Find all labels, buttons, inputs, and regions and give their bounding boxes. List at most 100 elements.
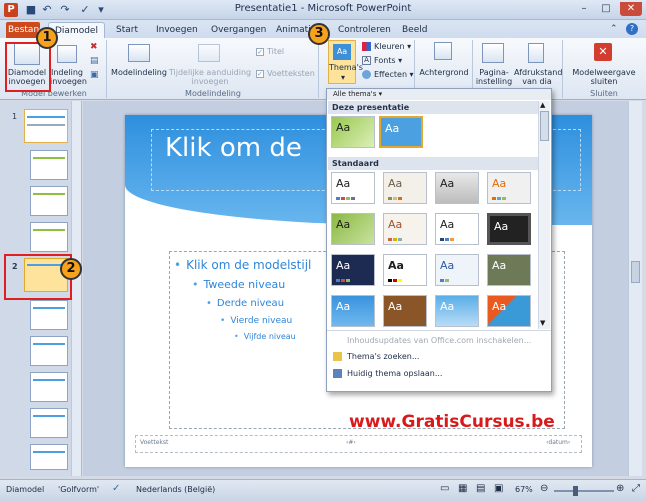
layout-thumbnail[interactable] [30,186,68,216]
insert-layout-icon [57,45,77,63]
theme-tile[interactable]: Aa [331,172,375,204]
preserve-icon[interactable]: ▣ [90,70,99,80]
colors-icon [362,42,371,51]
title-checkbox[interactable]: ✓ Titel [256,46,284,57]
theme-tile[interactable]: Aa [487,295,531,327]
theme-tile[interactable]: Aa [383,254,427,286]
insert-layout-button[interactable]: Indeling invoegen [50,68,87,86]
folder-icon [333,352,342,361]
theme-tile[interactable]: Aa [383,295,427,327]
window-title: Presentatie1 - Microsoft PowerPoint [234,3,412,14]
page-setup-button[interactable]: Pagina-instelling [474,68,514,86]
theme-tile[interactable]: Aa [435,213,479,245]
zoom-level[interactable]: 67% [515,485,533,494]
effects-button[interactable]: Effecten ▾ [362,69,414,80]
tab-invoegen[interactable]: Invoegen [150,22,204,38]
proofing-icon[interactable]: ✓ [112,483,120,494]
layout-thumbnail[interactable] [30,222,68,252]
save-current-theme-command[interactable]: Huidig thema opslaan... [333,369,442,378]
thumbnail-scrollbar[interactable] [71,101,81,476]
themes-gallery-dropdown: Alle thema's ▾ Deze presentatie Aa Aa St… [326,88,552,392]
enable-content-updates-command[interactable]: Inhoudsupdates van Office.com inschakele… [333,336,531,345]
tab-bestand[interactable]: Bestand [6,22,40,38]
placeholder-icon [198,44,220,62]
scrollbar-thumb[interactable] [631,261,640,283]
zoom-out-icon[interactable]: ⊖ [540,483,548,494]
theme-tile[interactable]: Aa [487,213,531,245]
tab-controleren[interactable]: Controleren [332,22,397,38]
master-layout-button[interactable]: Modelindeling [110,68,168,77]
close-master-view-button[interactable]: Modelweergave sluiten [566,68,642,86]
theme-tile-golfvorm[interactable]: Aa [379,116,423,148]
theme-tile[interactable]: Aa [383,172,427,204]
save-theme-icon [333,369,342,378]
footer-placeholders[interactable]: Voettekst ‹#› ‹datum› [135,435,582,453]
section-standard: Standaard [328,157,538,170]
slide-scrollbar[interactable] [628,101,642,476]
layout-thumbnail[interactable] [30,372,68,402]
highlight-insert-slide-master [5,42,51,92]
insert-placeholder-button[interactable]: Tijdelijke aanduiding invoegen [168,68,252,86]
theme-tile[interactable]: Aa [435,254,479,286]
slide-orientation-button[interactable]: Afdrukstand van dia [514,68,562,86]
minimize-ribbon-icon[interactable]: ⌃ [610,24,618,34]
reading-view-icon[interactable]: ▤ [476,483,485,494]
office-update-icon [333,336,342,345]
tab-beeld[interactable]: Beeld [396,22,433,38]
status-language[interactable]: Nederlands (België) [136,485,215,494]
close-window-button[interactable]: ✕ [620,2,642,16]
scroll-up-icon[interactable]: ▲ [540,101,545,109]
tab-start[interactable]: Start [110,22,144,38]
gallery-filter-dropdown[interactable]: Alle thema's ▾ [327,89,551,100]
level-4-text: Vierde niveau [220,316,292,326]
scroll-down-icon[interactable]: ▼ [540,319,545,327]
theme-tile[interactable]: Aa [487,254,531,286]
layout-thumbnail[interactable] [30,408,68,438]
gallery-scrollbar[interactable]: ▲ ▼ [538,101,550,329]
background-styles-icon [434,42,452,60]
slideshow-icon[interactable]: ▣ [494,483,503,494]
theme-tile[interactable]: Aa [487,172,531,204]
level-2-text: Tweede niveau [192,278,286,291]
colors-button[interactable]: Kleuren ▾ [362,41,411,52]
chevron-down-icon: ▾ [340,73,345,82]
callout-2: 2 [60,258,82,280]
zoom-slider-thumb[interactable] [573,486,578,496]
normal-view-icon[interactable]: ▭ [440,483,449,494]
fonts-button[interactable]: A Fonts ▾ [362,55,402,66]
rename-icon[interactable]: ▤ [90,56,99,66]
theme-tile[interactable]: Aa [331,213,375,245]
callout-3: 3 [308,23,330,45]
themes-button[interactable]: Aa Thema's ▾ [328,40,363,84]
fit-to-window-icon[interactable]: ⤢ [632,483,640,494]
slide-orientation-icon [528,43,544,63]
footers-checkbox[interactable]: ✓ Voetteksten [256,68,315,79]
fonts-icon: A [362,56,371,65]
watermark: www.GratisCursus.be [349,412,555,432]
browse-themes-command[interactable]: Thema's zoeken... [333,352,419,361]
theme-tile[interactable]: Aa [331,116,375,148]
slide-sorter-icon[interactable]: ▦ [458,483,467,494]
layout-thumbnail[interactable] [30,150,68,180]
zoom-in-icon[interactable]: ⊕ [616,483,624,494]
maximize-button[interactable]: □ [596,2,616,16]
theme-tile[interactable]: Aa [435,172,479,204]
section-this-presentation: Deze presentatie [328,101,538,114]
master-thumbnail[interactable] [24,109,68,143]
scrollbar-thumb[interactable] [540,111,549,141]
theme-tile[interactable]: Aa [331,295,375,327]
layout-thumbnail[interactable] [30,444,68,470]
themes-icon: Aa [333,44,351,60]
delete-icon[interactable]: ✖ [90,42,98,52]
theme-tile[interactable]: Aa [383,213,427,245]
tab-overgangen[interactable]: Overgangen [205,22,272,38]
minimize-button[interactable]: – [574,2,594,16]
layout-thumbnail[interactable] [30,336,68,366]
zoom-slider[interactable] [554,490,614,492]
thumbnail-number: 1 [12,112,18,121]
help-icon[interactable]: ? [626,23,638,35]
theme-tile[interactable]: Aa [331,254,375,286]
background-button[interactable]: Achtergrond [418,68,470,77]
theme-tile[interactable]: Aa [435,295,479,327]
layout-thumbnail[interactable] [30,300,68,330]
